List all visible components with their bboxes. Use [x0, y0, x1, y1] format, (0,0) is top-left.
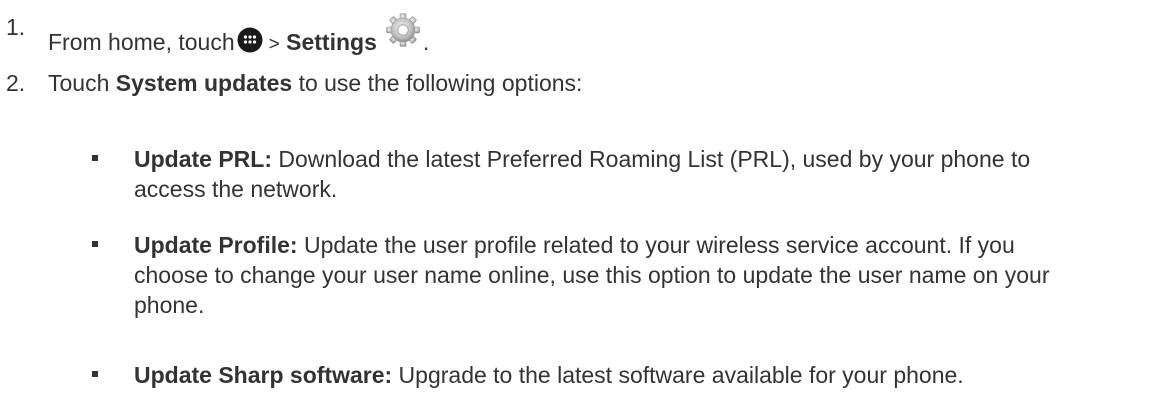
bullet-marker [92, 371, 98, 377]
option-line: Update Sharp software: Upgrade to the la… [134, 360, 1164, 390]
apps-icon [237, 27, 263, 60]
settings-gear-icon [385, 12, 421, 55]
step-text: Touch System updates to use the followin… [48, 68, 582, 98]
option-text: Update PRL: Download the latest Preferre… [134, 144, 1164, 204]
settings-label: Settings [286, 29, 377, 55]
step-2: 2. Touch System updates to use the follo… [0, 68, 1169, 100]
option-term: Update Sharp software: [134, 362, 393, 388]
step-text: From home, touch > Settings. [48, 12, 429, 60]
step-suffix: . [422, 29, 430, 55]
option-term: Update Profile: [134, 232, 298, 258]
system-updates-label: System updates [115, 70, 293, 96]
step-1: 1. From home, touch > Settings. [0, 12, 1169, 55]
step-suffix: to use the following options: [298, 70, 583, 96]
option-desc: Upgrade to the latest software available… [398, 362, 964, 388]
option-line: Update PRL: Download the latest Preferre… [134, 144, 1164, 174]
step-prefix: From home, touch [48, 29, 235, 55]
option-desc: Download the latest Preferred Roaming Li… [278, 146, 1031, 172]
bullet-marker [92, 241, 98, 247]
option-text: Update Sharp software: Upgrade to the la… [134, 360, 1164, 390]
option-line: access the network. [134, 176, 338, 202]
step-number: 2. [6, 70, 26, 96]
option-desc: Update the user profile related to your … [303, 232, 1015, 258]
option-term: Update PRL: [134, 146, 272, 172]
breadcrumb-separator: > [268, 34, 280, 55]
bullet-marker [92, 155, 98, 161]
option-line: phone. [134, 292, 205, 318]
step-prefix: Touch [48, 70, 110, 96]
step-number: 1. [6, 14, 26, 40]
option-line: Update Profile: Update the user profile … [134, 230, 1164, 260]
option-text: Update Profile: Update the user profile … [134, 230, 1164, 320]
option-line: choose to change your user name online, … [134, 262, 1050, 288]
